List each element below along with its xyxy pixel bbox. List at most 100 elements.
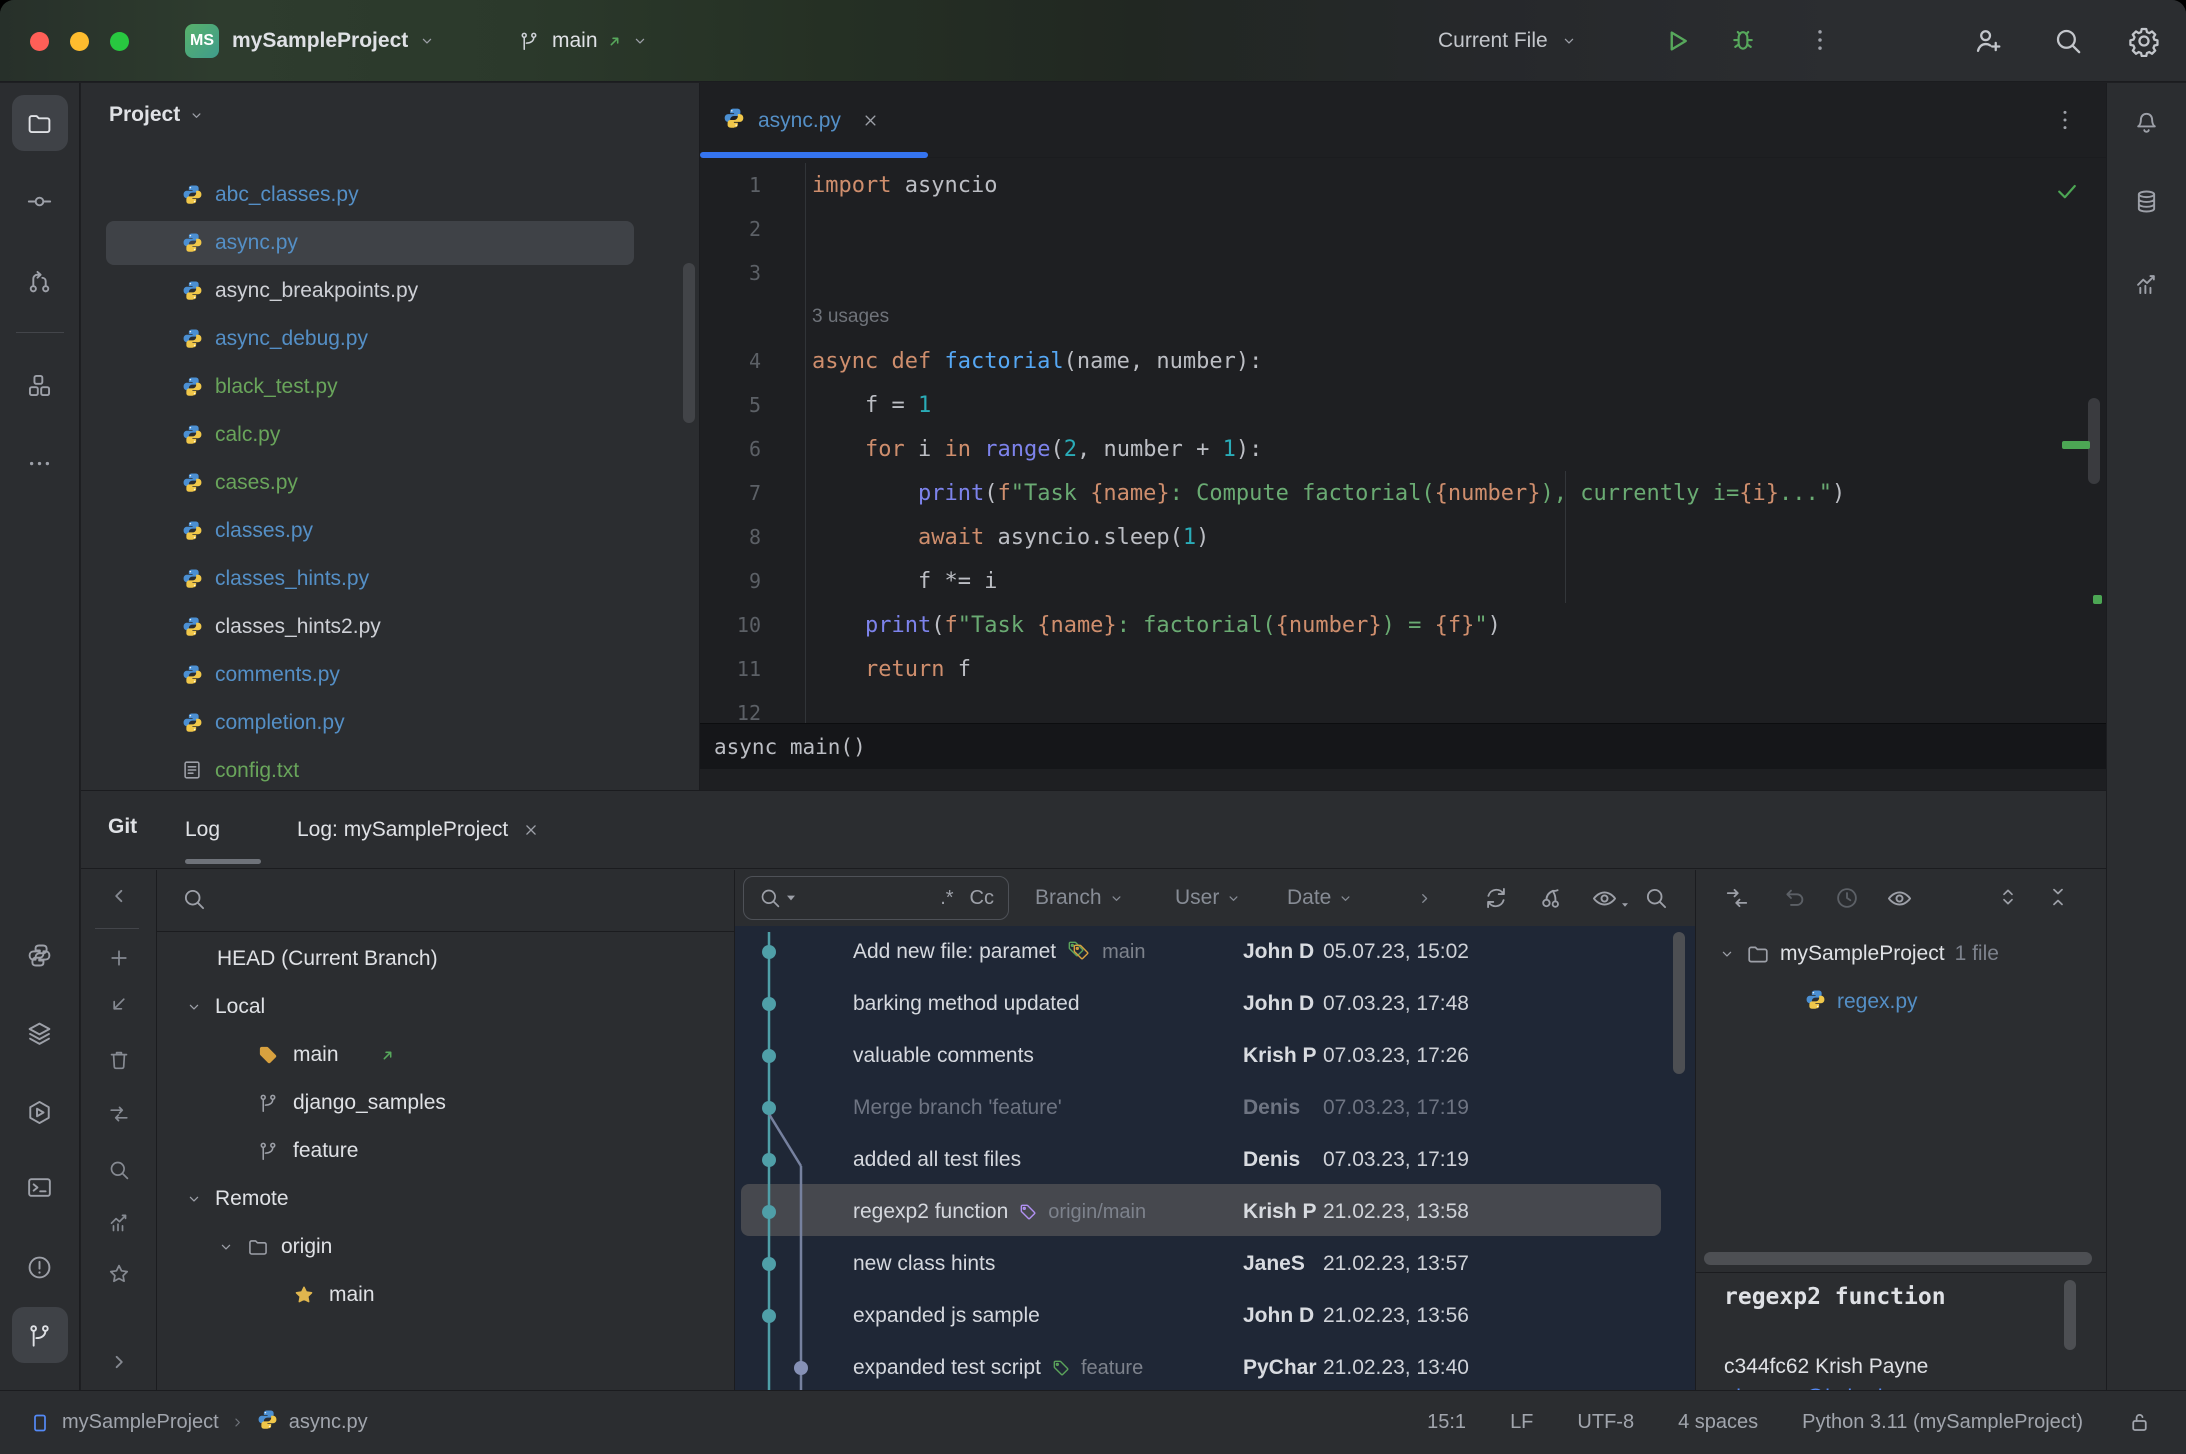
project-selector[interactable]: mySampleProject [232,0,436,82]
python-packages-tool[interactable] [12,927,68,983]
rollback-button[interactable] [1782,885,1808,911]
date-filter[interactable]: Date [1287,870,1354,926]
commit-row[interactable]: regexp2 function origin/main Krish P 21.0… [735,1186,1695,1238]
settings-button[interactable] [2128,25,2160,57]
status-item[interactable]: 15:1 [1427,1411,1466,1434]
view-options-button[interactable] [1591,870,1630,926]
hide-branches-button[interactable] [106,883,132,909]
new-branch-button[interactable] [107,946,131,970]
branch-row-head-current-branch-[interactable]: HEAD (Current Branch) [157,935,734,983]
details-horizontal-scrollbar[interactable] [1704,1252,2092,1265]
changed-files-root[interactable]: mySampleProject 1 file [1696,930,2106,978]
usages-inlay-hint[interactable]: 3 usages [806,306,889,328]
regex-toggle[interactable]: .* [940,887,953,910]
commit-list-scrollbar[interactable] [1673,932,1685,1074]
structure-tool[interactable] [12,357,68,413]
chevron-down-icon[interactable] [217,1238,235,1256]
commit-row[interactable]: expanded test script feature PyChar 21.02… [735,1342,1695,1391]
file-row-async_breakpoints-py[interactable]: async_breakpoints.py [81,267,699,315]
log-search-field[interactable]: .* Cc [743,876,1009,920]
go-to-hash-button[interactable] [1643,870,1669,926]
delete-button[interactable] [107,1048,131,1072]
commit-row[interactable]: barking method updated John D 07.03.23, … [735,978,1695,1030]
terminal-tool[interactable] [12,1159,68,1215]
details-scrollbar[interactable] [2064,1280,2076,1350]
editor[interactable]: async.py 1 import asyncio 2 3 3 usages 4 async… [700,83,2106,790]
collapse-all-button[interactable] [2046,885,2070,909]
branch-row-feature[interactable]: feature [157,1127,734,1175]
commit-row[interactable]: new class hints JaneS 21.02.23, 13:57 [735,1238,1695,1290]
branch-row-main[interactable]: main [157,1271,734,1319]
chevron-down-icon[interactable] [185,998,203,1016]
branch-row-origin[interactable]: origin [157,1223,734,1271]
search-everywhere-button[interactable] [2052,25,2084,57]
file-row-async_debug-py[interactable]: async_debug.py [81,315,699,363]
branch-row-django-samples[interactable]: django_samples [157,1079,734,1127]
more-tool-windows[interactable] [12,435,68,491]
close-icon[interactable] [522,821,540,839]
status-item[interactable]: UTF-8 [1577,1411,1634,1434]
more-actions-button[interactable] [1806,26,1834,54]
commit-row[interactable]: Merge branch 'feature' Denis 07.03.23, 1… [735,1082,1695,1134]
problems-tool[interactable] [12,1239,68,1295]
expand-all-button[interactable] [1996,885,2020,909]
file-row-comments-py[interactable]: comments.py [81,651,699,699]
commit-row[interactable]: valuable comments Krish P 07.03.23, 17:2… [735,1030,1695,1082]
revert-button[interactable] [107,992,131,1016]
tab-log[interactable]: Log [185,791,220,869]
close-window-button[interactable] [30,32,49,51]
changed-file-row[interactable]: regex.py [1696,978,2106,1026]
search-button[interactable] [107,1158,131,1182]
zoom-window-button[interactable] [110,32,129,51]
compare-button[interactable] [107,1102,131,1126]
breadcrumb-project[interactable]: mySampleProject [62,1411,219,1434]
database-tool[interactable] [2119,173,2175,229]
notifications-tool[interactable] [2119,95,2175,151]
match-case-toggle[interactable]: Cc [970,887,994,910]
show-diff-preview-button[interactable] [1724,885,1750,911]
run-button[interactable] [1662,26,1692,56]
code-area[interactable]: 1 import asyncio 2 3 3 usages 4 async def fact… [700,163,2106,735]
favorites-button[interactable] [107,1262,131,1286]
commit-tool[interactable] [12,173,68,229]
user-filter[interactable]: User [1175,870,1242,926]
branch-row-remote[interactable]: Remote [157,1175,734,1223]
lock-open-icon[interactable] [2127,1410,2152,1435]
cherry-pick-button[interactable] [1537,870,1563,926]
search-history-caret[interactable] [787,895,795,901]
project-tool[interactable] [11,95,68,151]
tab-log-mysampleproject[interactable]: Log: mySampleProject [297,791,540,869]
refresh-button[interactable] [1483,870,1509,926]
run-tool[interactable] [12,1084,68,1140]
branch-filter[interactable]: Branch [1035,870,1125,926]
file-row-calc-py[interactable]: calc.py [81,411,699,459]
version-control-tool[interactable] [11,1307,68,1363]
debug-button[interactable] [1728,26,1758,56]
file-row-abc_classes-py[interactable]: abc_classes.py [81,171,699,219]
expand-button[interactable] [106,1349,132,1375]
file-row-cases-py[interactable]: cases.py [81,459,699,507]
status-item[interactable]: LF [1510,1411,1533,1434]
branch-row-local[interactable]: Local [157,983,734,1031]
project-scrollbar[interactable] [683,263,695,423]
file-row-async-py[interactable]: async.py [81,219,699,267]
pull-requests-tool[interactable] [12,254,68,310]
commit-row[interactable]: expanded js sample John D 21.02.23, 13:5… [735,1290,1695,1342]
editor-scrollbar[interactable] [2088,398,2100,484]
close-icon[interactable] [861,111,880,130]
file-row-classes_hints2-py[interactable]: classes_hints2.py [81,603,699,651]
branch-search-button[interactable] [181,886,207,912]
branch-row-main[interactable]: main [157,1031,734,1079]
chevron-down-icon[interactable] [185,1190,203,1208]
file-row-config-txt[interactable]: config.txt [81,747,699,790]
commit-row[interactable]: added all test files Denis 07.03.23, 17:… [735,1134,1695,1186]
editor-options-button[interactable] [2052,107,2078,133]
file-row-completion-py[interactable]: completion.py [81,699,699,747]
edit-button[interactable] [107,1210,131,1234]
history-button[interactable] [1834,885,1860,911]
run-configuration-selector[interactable]: Current File [1438,0,1578,82]
branch-selector[interactable]: main [518,0,649,82]
sticky-context-line[interactable]: async main() [700,723,2106,769]
file-row-black_test-py[interactable]: black_test.py [81,363,699,411]
code-with-me-button[interactable] [1972,25,2004,57]
